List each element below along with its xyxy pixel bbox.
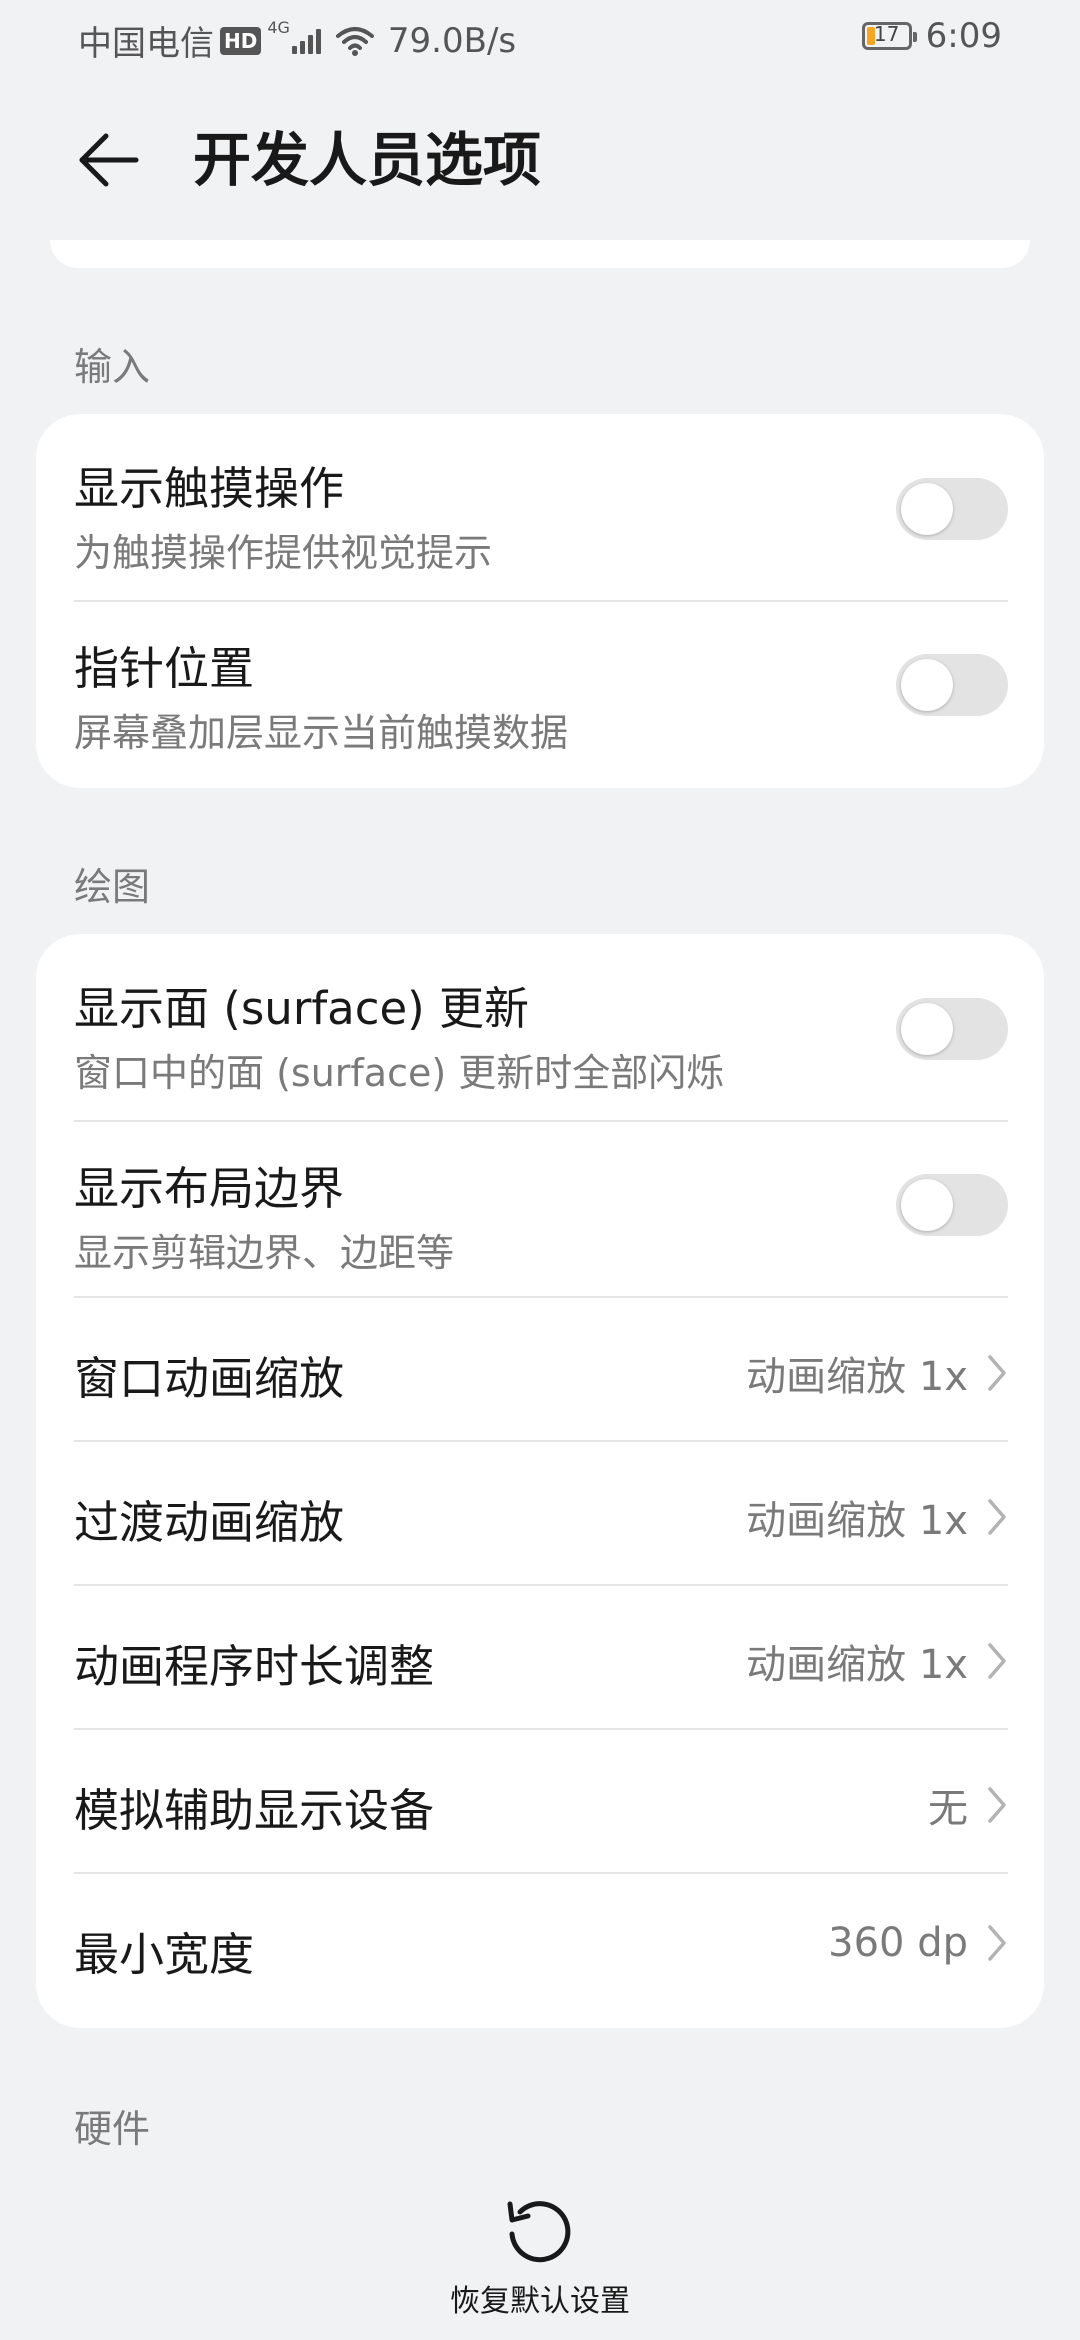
page-title: 开发人员选项 <box>193 126 542 194</box>
pointer-location-row[interactable]: 指针位置 屏幕叠加层显示当前触摸数据 <box>74 602 1008 788</box>
row-title: 显示布局边界 <box>74 1162 345 1215</box>
row-value: 动画缩放 1x <box>746 1354 968 1400</box>
back-arrow-icon <box>79 133 139 187</box>
pointer-location-toggle[interactable] <box>896 654 1008 716</box>
chevron-right-icon <box>988 1355 1006 1391</box>
show-surface-updates-row[interactable]: 显示面 (surface) 更新 窗口中的面 (surface) 更新时全部闪烁 <box>74 934 1008 1122</box>
row-value: 动画缩放 1x <box>746 1642 968 1688</box>
show-layout-bounds-toggle[interactable] <box>896 1174 1008 1236</box>
row-subtitle: 屏幕叠加层显示当前触摸数据 <box>74 711 569 755</box>
status-right: 17 6:09 <box>861 16 1002 56</box>
restore-defaults-label: 恢复默认设置 <box>450 2284 630 2319</box>
chevron-right-icon <box>988 1925 1006 1961</box>
previous-card-bottom <box>50 240 1030 268</box>
restore-defaults-button[interactable]: 恢复默认设置 <box>0 2190 1080 2320</box>
row-title: 指针位置 <box>74 642 255 695</box>
row-title: 过渡动画缩放 <box>74 1496 345 1549</box>
row-value-wrap: 动画缩放 1x <box>746 1344 1008 1402</box>
row-value: 无 <box>928 1786 968 1832</box>
signal-icon <box>291 28 324 54</box>
carrier-name: 中国电信 <box>78 24 214 64</box>
row-value: 动画缩放 1x <box>746 1498 968 1544</box>
row-value-wrap: 无 <box>928 1776 1008 1834</box>
clock: 6:09 <box>925 16 1002 56</box>
row-title: 最小宽度 <box>74 1928 255 1981</box>
row-value-wrap: 360 dp <box>828 1920 1008 1966</box>
section-label-drawing: 绘图 <box>74 865 151 909</box>
show-surface-updates-toggle[interactable] <box>896 998 1008 1060</box>
row-value-wrap: 动画缩放 1x <box>746 1632 1008 1690</box>
smallest-width-row[interactable]: 最小宽度 360 dp <box>74 1874 1008 2028</box>
battery-icon: 17 <box>861 22 917 50</box>
show-touches-row[interactable]: 显示触摸操作 为触摸操作提供视觉提示 <box>74 414 1008 602</box>
network-speed: 79.0B/s <box>387 20 517 61</box>
row-subtitle: 显示剪辑边界、边距等 <box>74 1231 455 1275</box>
drawing-card: 显示面 (surface) 更新 窗口中的面 (surface) 更新时全部闪烁… <box>36 934 1044 2028</box>
input-card: 显示触摸操作 为触摸操作提供视觉提示 指针位置 屏幕叠加层显示当前触摸数据 <box>36 414 1044 788</box>
section-label-input: 输入 <box>74 345 151 389</box>
header: 开发人员选项 <box>0 100 1080 220</box>
chevron-right-icon <box>988 1499 1006 1535</box>
back-button[interactable] <box>70 122 146 198</box>
row-title: 模拟辅助显示设备 <box>74 1784 435 1837</box>
row-title: 窗口动画缩放 <box>74 1352 345 1405</box>
row-title: 显示面 (surface) 更新 <box>74 982 530 1035</box>
row-subtitle: 为触摸操作提供视觉提示 <box>74 531 493 575</box>
row-value: 360 dp <box>828 1920 968 1966</box>
hd-voice-icon: HD <box>220 26 262 55</box>
row-title: 动画程序时长调整 <box>74 1640 435 1693</box>
animator-duration-scale-row[interactable]: 动画程序时长调整 动画缩放 1x <box>74 1586 1008 1730</box>
show-touches-toggle[interactable] <box>896 478 1008 540</box>
wifi-icon <box>335 26 374 56</box>
restore-icon <box>507 2201 571 2263</box>
row-value-wrap: 动画缩放 1x <box>746 1488 1008 1546</box>
transition-animation-scale-row[interactable]: 过渡动画缩放 动画缩放 1x <box>74 1442 1008 1586</box>
section-label-hardware: 硬件 <box>74 2107 151 2151</box>
row-subtitle: 窗口中的面 (surface) 更新时全部闪烁 <box>74 1051 725 1095</box>
status-bar: 中国电信 HD 4G 79.0B/s 17 6:09 <box>0 0 1080 76</box>
simulate-secondary-display-row[interactable]: 模拟辅助显示设备 无 <box>74 1730 1008 1874</box>
row-title: 显示触摸操作 <box>74 462 345 515</box>
network-type: 4G <box>267 18 290 37</box>
chevron-right-icon <box>988 1643 1006 1679</box>
battery-level: 17 <box>873 22 900 46</box>
status-left: 中国电信 HD 4G 79.0B/s <box>78 16 516 65</box>
show-layout-bounds-row[interactable]: 显示布局边界 显示剪辑边界、边距等 <box>74 1122 1008 1298</box>
window-animation-scale-row[interactable]: 窗口动画缩放 动画缩放 1x <box>74 1298 1008 1442</box>
chevron-right-icon <box>988 1787 1006 1823</box>
